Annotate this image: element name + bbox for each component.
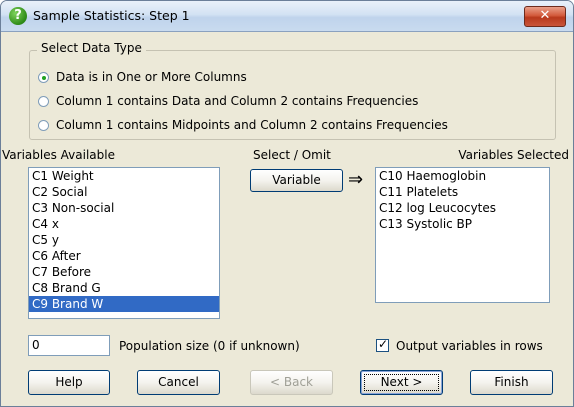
population-size-label: Population size (0 if unknown) [119, 339, 300, 353]
list-item[interactable]: C2 Social [29, 184, 219, 200]
list-item[interactable]: C7 Before [29, 264, 219, 280]
list-item[interactable]: C12 log Leucocytes [376, 200, 549, 216]
help-button[interactable]: Help [28, 370, 110, 395]
list-item-selected[interactable]: C9 Brand W [29, 296, 219, 312]
data-type-legend: Select Data Type [37, 41, 146, 55]
cancel-button-label: Cancel [158, 375, 199, 389]
window-title: Sample Statistics: Step 1 [33, 8, 190, 23]
next-button[interactable]: Next > [360, 370, 443, 395]
output-rows-label: Output variables in rows [396, 339, 543, 353]
dialog-window: ? Sample Statistics: Step 1 ✕ Select Dat… [0, 0, 574, 407]
close-icon: ✕ [539, 8, 551, 23]
list-item[interactable]: C13 Systolic BP [376, 216, 549, 232]
title-bar[interactable]: ? Sample Statistics: Step 1 ✕ [1, 1, 573, 32]
list-item[interactable]: C6 After [29, 248, 219, 264]
variables-selected-label: Variables Selected [458, 148, 569, 162]
variable-button[interactable]: Variable [250, 169, 343, 192]
radio-button[interactable] [38, 120, 49, 131]
variable-button-label: Variable [272, 173, 321, 187]
back-button[interactable]: < Back [250, 370, 333, 395]
radio-label: Data is in One or More Columns [56, 70, 247, 84]
radio-label: Column 1 contains Data and Column 2 cont… [56, 94, 419, 108]
list-item[interactable]: C5 y [29, 232, 219, 248]
radio-button[interactable] [38, 96, 49, 107]
help-button-label: Help [55, 375, 83, 389]
focus-ring [364, 374, 439, 391]
radio-label: Column 1 contains Midpoints and Column 2… [56, 118, 448, 132]
variables-available-label: Variables Available [2, 148, 115, 162]
population-size-input[interactable]: 0 [28, 335, 110, 356]
finish-button-label: Finish [494, 375, 529, 389]
output-rows-checkbox[interactable] [376, 337, 389, 352]
list-item[interactable]: C11 Platelets [376, 184, 549, 200]
list-item[interactable]: C3 Non-social [29, 200, 219, 216]
variables-selected-list[interactable]: C10 Haemoglobin C11 Platelets C12 log Le… [375, 167, 550, 303]
select-omit-label: Select / Omit [253, 148, 331, 162]
list-item[interactable]: C10 Haemoglobin [376, 168, 549, 184]
close-button[interactable]: ✕ [524, 6, 566, 27]
help-question-icon: ? [9, 7, 27, 25]
radio-button[interactable] [38, 72, 49, 83]
list-item[interactable]: C4 x [29, 216, 219, 232]
back-button-label: < Back [269, 375, 313, 389]
variables-available-list[interactable]: C1 Weight C2 Social C3 Non-social C4 x C… [28, 167, 220, 319]
list-item[interactable]: C1 Weight [29, 168, 219, 184]
list-item[interactable]: C8 Brand G [29, 280, 219, 296]
cancel-button[interactable]: Cancel [137, 370, 220, 395]
right-arrow-icon: ⇒ [348, 169, 364, 190]
finish-button[interactable]: Finish [470, 370, 553, 395]
